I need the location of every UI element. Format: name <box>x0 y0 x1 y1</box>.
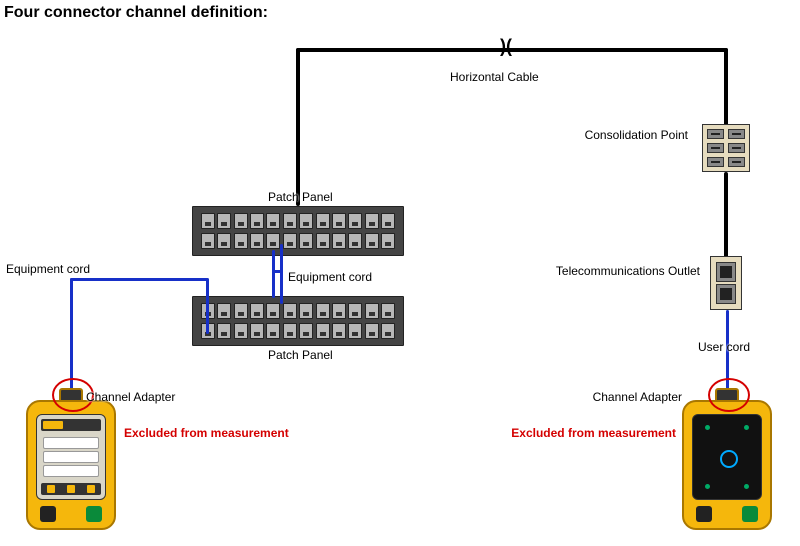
label-excluded-left: Excluded from measurement <box>124 426 289 440</box>
label-excluded-right: Excluded from measurement <box>511 426 676 440</box>
tester-button <box>86 506 102 522</box>
cp-jack <box>707 157 724 167</box>
tester-button <box>40 506 56 522</box>
label-consolidation-point-line1: Consolidation Point <box>585 128 688 142</box>
diagram-canvas: Four connector channel definition: )( <box>0 0 800 546</box>
diagram-title: Four connector channel definition: <box>4 4 268 22</box>
tester-button <box>696 506 712 522</box>
cable-equipment-left <box>70 278 208 281</box>
patch-panel-bottom <box>192 296 404 346</box>
label-telecom-outlet: Telecommunications Outlet <box>556 264 700 278</box>
tester-screen <box>692 414 762 500</box>
to-jack <box>716 262 736 282</box>
tester-screen <box>36 414 106 500</box>
label-channel-adapter-left: Channel Adapter <box>86 390 175 404</box>
cable-equipment-left <box>70 278 73 394</box>
cable-equipment-mid <box>272 250 275 298</box>
excluded-circle-right <box>708 378 750 412</box>
telecom-outlet <box>710 256 742 310</box>
cable-equipment-mid <box>280 244 283 304</box>
label-user-cord: User cord <box>698 340 750 354</box>
cable-equipment-left <box>206 278 209 334</box>
cable-backbone-seg <box>296 48 728 52</box>
cp-jack <box>707 129 724 139</box>
label-patch-panel-top: Patch Panel <box>268 190 333 204</box>
cable-break-mark: )( <box>500 36 512 57</box>
patch-panel-top <box>192 206 404 256</box>
cp-jack <box>728 129 745 139</box>
tester-remote <box>682 400 772 530</box>
consolidation-point <box>702 124 750 172</box>
cable-backbone-seg <box>296 48 300 206</box>
cable-backbone-seg <box>724 48 728 126</box>
label-channel-adapter-right: Channel Adapter <box>593 390 682 404</box>
cable-equipment-mid <box>272 270 283 273</box>
label-equipment-cord-mid: Equipment cord <box>288 270 372 284</box>
tester-button <box>742 506 758 522</box>
to-jack <box>716 284 736 304</box>
tester-main <box>26 400 116 530</box>
label-patch-panel-bottom: Patch Panel <box>268 348 333 362</box>
cable-backbone-seg <box>724 172 728 258</box>
cp-jack <box>728 157 745 167</box>
cp-jack <box>728 143 745 153</box>
cp-jack <box>707 143 724 153</box>
label-horizontal-cable: Horizontal Cable <box>450 70 539 84</box>
label-equipment-cord-left: Equipment cord <box>6 262 90 276</box>
